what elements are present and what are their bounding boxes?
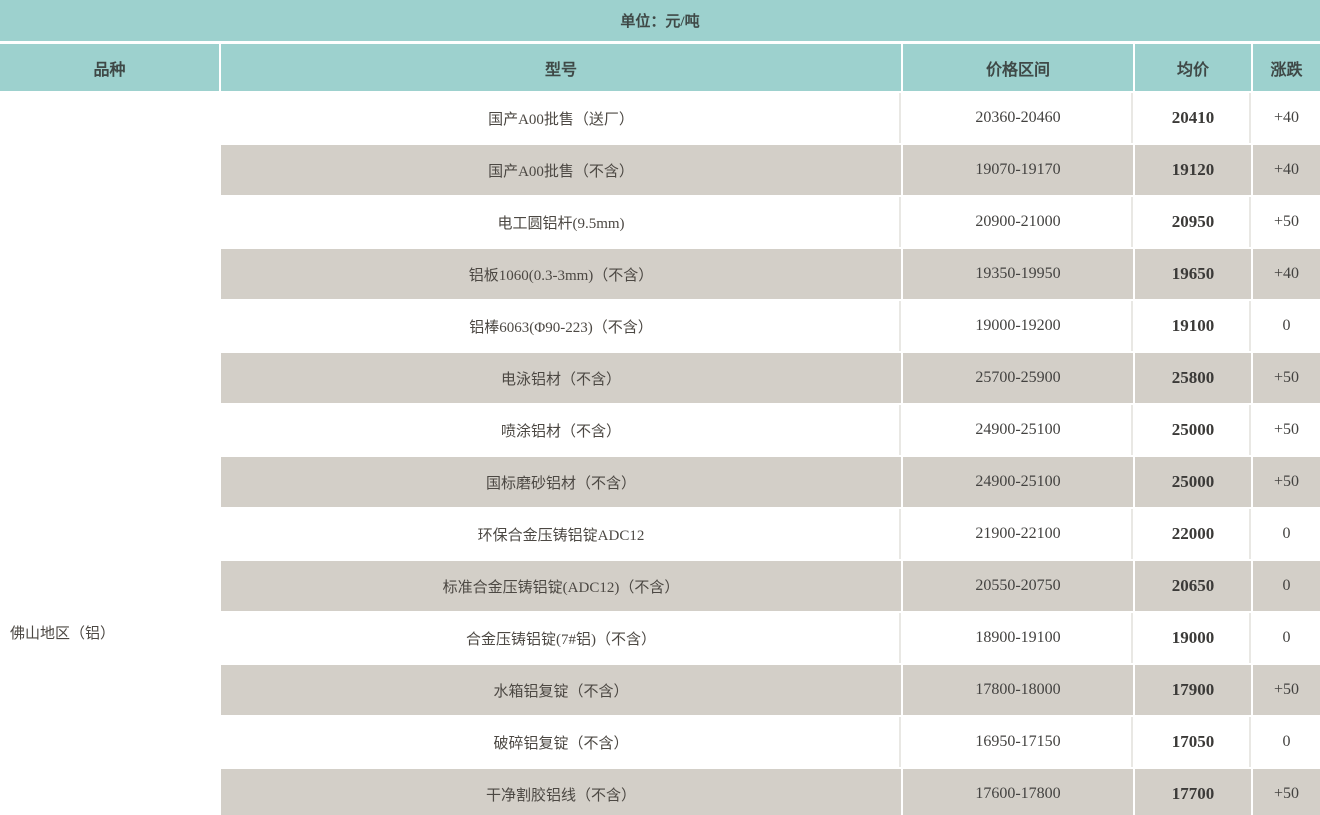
price-range-cell: 18900-19100 bbox=[902, 612, 1135, 665]
change-cell: 0 bbox=[1252, 300, 1320, 353]
model-cell: 环保合金压铸铝锭ADC12 bbox=[220, 508, 903, 561]
price-range-cell: 17600-17800 bbox=[902, 768, 1135, 815]
header-row: 品种 型号 价格区间 均价 涨跌 bbox=[0, 44, 1320, 93]
table-row: 佛山地区（铝） 国产A00批售（送厂） 20360-20460 20410 +40 bbox=[0, 92, 1320, 815]
avg-price-cell: 17700 bbox=[1134, 768, 1253, 815]
avg-price-cell: 19120 bbox=[1134, 144, 1253, 197]
change-cell: +50 bbox=[1252, 664, 1320, 717]
model-cell: 标准合金压铸铝锭(ADC12)（不含） bbox=[220, 560, 903, 613]
model-cell: 电泳铝材（不含） bbox=[220, 352, 903, 405]
price-table: 品种 型号 价格区间 均价 涨跌 佛山地区（铝） 国产A00批售（送厂） 20360… bbox=[0, 44, 1320, 815]
avg-price-cell: 17050 bbox=[1134, 716, 1253, 769]
model-cell: 铝板1060(0.3-3mm)（不含） bbox=[220, 248, 903, 301]
avg-price-cell: 19100 bbox=[1134, 300, 1253, 353]
change-cell: +50 bbox=[1252, 768, 1320, 815]
change-cell: 0 bbox=[1252, 508, 1320, 561]
avg-price-cell: 20650 bbox=[1134, 560, 1253, 613]
price-range-cell: 19350-19950 bbox=[902, 248, 1135, 301]
change-cell: +40 bbox=[1252, 248, 1320, 301]
model-cell: 喷涂铝材（不含） bbox=[220, 404, 903, 457]
avg-price-cell: 20410 bbox=[1134, 92, 1253, 145]
model-cell: 合金压铸铝锭(7#铝)（不含） bbox=[220, 612, 903, 665]
price-range-cell: 16950-17150 bbox=[902, 716, 1135, 769]
price-range-cell: 20550-20750 bbox=[902, 560, 1135, 613]
col-header-change: 涨跌 bbox=[1252, 44, 1320, 93]
col-header-variety: 品种 bbox=[0, 44, 221, 93]
model-cell: 国产A00批售（不含） bbox=[220, 144, 903, 197]
model-cell: 干净割胶铝线（不含） bbox=[220, 768, 903, 815]
change-cell: +50 bbox=[1252, 196, 1320, 249]
avg-price-cell: 17900 bbox=[1134, 664, 1253, 717]
col-header-model: 型号 bbox=[220, 44, 903, 93]
price-range-cell: 24900-25100 bbox=[902, 456, 1135, 509]
avg-price-cell: 25000 bbox=[1134, 404, 1253, 457]
price-range-cell: 21900-22100 bbox=[902, 508, 1135, 561]
col-header-avg-price: 均价 bbox=[1134, 44, 1253, 93]
avg-price-cell: 19650 bbox=[1134, 248, 1253, 301]
change-cell: 0 bbox=[1252, 612, 1320, 665]
model-cell: 国产A00批售（送厂） bbox=[220, 92, 903, 145]
avg-price-cell: 19000 bbox=[1134, 612, 1253, 665]
model-cell: 国标磨砂铝材（不含） bbox=[220, 456, 903, 509]
table-body: 佛山地区（铝） 国产A00批售（送厂） 20360-20460 20410 +40 国产A… bbox=[0, 92, 1320, 815]
price-range-cell: 20360-20460 bbox=[902, 92, 1135, 145]
region-label: 佛山地区（铝） bbox=[10, 626, 116, 642]
change-cell: +40 bbox=[1252, 92, 1320, 145]
change-cell: +50 bbox=[1252, 352, 1320, 405]
price-range-cell: 17800-18000 bbox=[902, 664, 1135, 717]
avg-price-cell: 20950 bbox=[1134, 196, 1253, 249]
change-cell: 0 bbox=[1252, 716, 1320, 769]
price-range-cell: 25700-25900 bbox=[902, 352, 1135, 405]
model-cell: 破碎铝复锭（不含） bbox=[220, 716, 903, 769]
model-cell: 电工圆铝杆(9.5mm) bbox=[220, 196, 903, 249]
change-cell: +50 bbox=[1252, 404, 1320, 457]
change-cell: +50 bbox=[1252, 456, 1320, 509]
price-range-cell: 20900-21000 bbox=[902, 196, 1135, 249]
avg-price-cell: 25000 bbox=[1134, 456, 1253, 509]
avg-price-cell: 22000 bbox=[1134, 508, 1253, 561]
price-range-cell: 24900-25100 bbox=[902, 404, 1135, 457]
unit-label: 单位：元/吨 bbox=[620, 14, 700, 30]
model-cell: 水箱铝复锭（不含） bbox=[220, 664, 903, 717]
col-header-price-range: 价格区间 bbox=[902, 44, 1135, 93]
unit-bar: 单位：元/吨 bbox=[0, 0, 1320, 44]
region-cell: 佛山地区（铝） bbox=[0, 92, 221, 815]
model-cell: 铝棒6063(Φ90-223)（不含） bbox=[220, 300, 903, 353]
change-cell: 0 bbox=[1252, 560, 1320, 613]
change-cell: +40 bbox=[1252, 144, 1320, 197]
price-range-cell: 19000-19200 bbox=[902, 300, 1135, 353]
price-range-cell: 19070-19170 bbox=[902, 144, 1135, 197]
price-table-page: 单位：元/吨 品种 型号 价格区间 均价 涨跌 佛山地区（铝） 国产A00批售（送… bbox=[0, 0, 1320, 815]
avg-price-cell: 25800 bbox=[1134, 352, 1253, 405]
